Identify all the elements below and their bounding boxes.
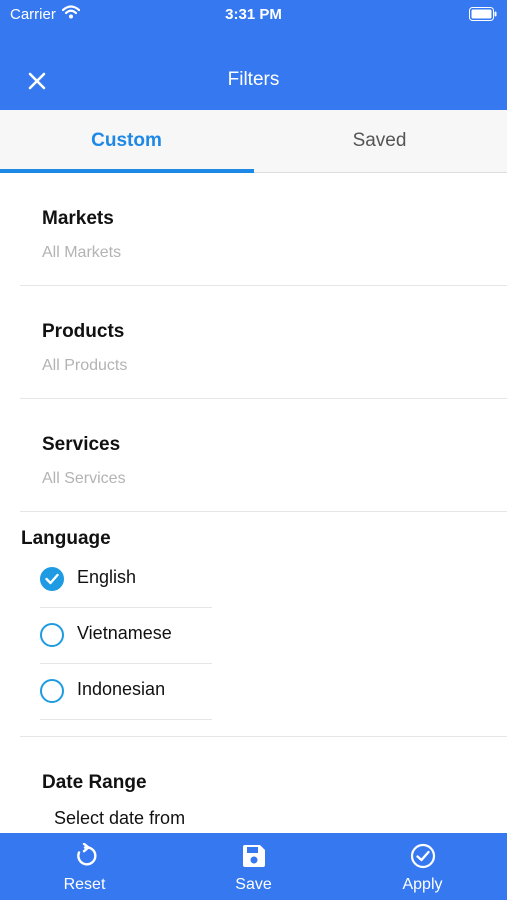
radio-unchecked-icon[interactable] xyxy=(40,623,64,647)
clock: 3:31 PM xyxy=(225,6,282,23)
services-label: Services xyxy=(42,434,121,455)
markets-value: All Markets xyxy=(42,244,122,261)
services-filter[interactable]: Services All Services xyxy=(20,398,507,512)
date-range-heading: Date Range xyxy=(42,772,147,793)
products-value: All Products xyxy=(42,357,128,374)
page-title: Filters xyxy=(227,69,280,90)
language-option-english[interactable]: English xyxy=(40,551,212,608)
language-option-label: English xyxy=(77,567,137,587)
reset-button[interactable]: Reset xyxy=(0,833,169,900)
language-option-label: Indonesian xyxy=(77,679,166,699)
tab-saved[interactable]: Saved xyxy=(253,110,506,172)
language-option-label: Vietnamese xyxy=(77,623,172,643)
services-value: All Services xyxy=(42,470,126,487)
reset-label: Reset xyxy=(63,876,106,893)
status-bar: Carrier 3:31 PM xyxy=(0,0,507,30)
markets-filter[interactable]: Markets All Markets xyxy=(20,172,507,286)
products-label: Products xyxy=(42,321,125,342)
section-divider xyxy=(20,736,507,737)
save-icon xyxy=(241,843,267,869)
battery-icon xyxy=(469,7,497,26)
tab-bar: Custom Saved xyxy=(0,110,507,173)
radio-unchecked-icon[interactable] xyxy=(40,679,64,703)
markets-label: Markets xyxy=(42,208,114,229)
language-heading: Language xyxy=(21,528,111,549)
reset-icon xyxy=(72,842,98,869)
apply-button[interactable]: Apply xyxy=(338,833,507,900)
nav-bar: Filters xyxy=(0,30,507,110)
date-from-selector[interactable]: Select date from xyxy=(54,808,185,829)
apply-check-icon xyxy=(410,843,436,869)
language-option-indonesian[interactable]: Indonesian xyxy=(40,663,212,720)
apply-label: Apply xyxy=(402,876,443,893)
radio-checked-icon[interactable] xyxy=(40,567,64,591)
save-button[interactable]: Save xyxy=(169,833,338,900)
tab-custom[interactable]: Custom xyxy=(0,110,253,172)
language-option-vietnamese[interactable]: Vietnamese xyxy=(40,607,212,664)
products-filter[interactable]: Products All Products xyxy=(20,285,507,399)
bottom-toolbar: Reset Save Apply xyxy=(0,833,507,900)
save-label: Save xyxy=(235,876,272,893)
